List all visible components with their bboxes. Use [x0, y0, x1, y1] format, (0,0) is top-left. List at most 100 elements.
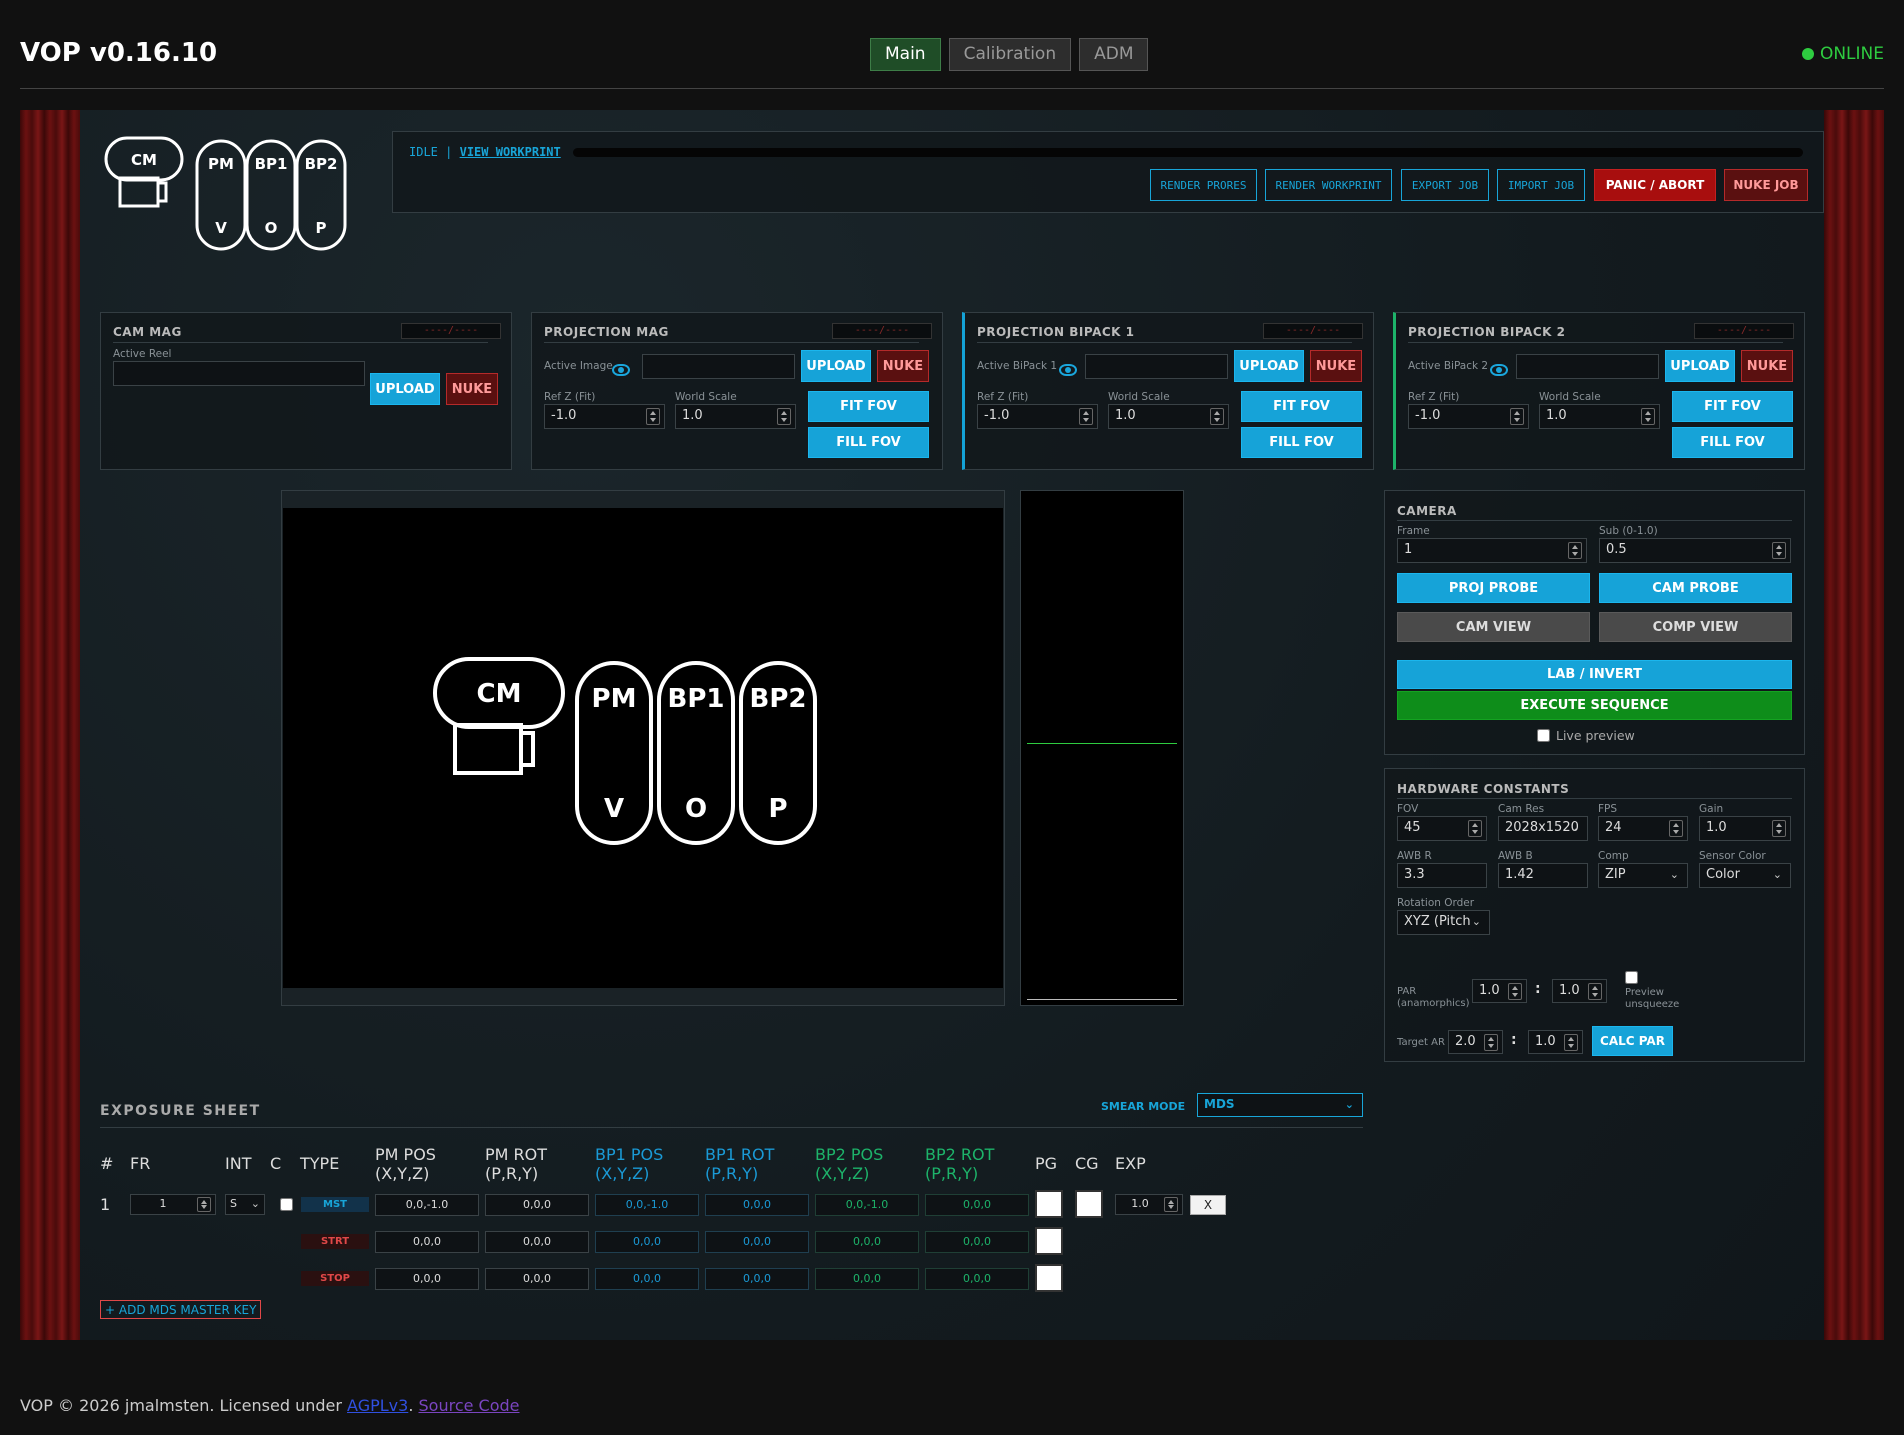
- preview-canvas[interactable]: CM PM BP1 BP2 V O P: [283, 508, 1003, 988]
- stepper-icon[interactable]: [1641, 408, 1655, 425]
- comp-select[interactable]: ZIP ⌄: [1598, 863, 1688, 888]
- stepper-icon[interactable]: [1210, 408, 1224, 425]
- tab-adm[interactable]: ADM: [1079, 38, 1149, 71]
- render-workprint-button[interactable]: RENDER WORKPRINT: [1265, 169, 1392, 201]
- strt-pm-rot[interactable]: 0,0,0: [485, 1231, 589, 1253]
- active-reel-input[interactable]: [113, 361, 365, 386]
- stop-bp1-rot[interactable]: 0,0,0: [705, 1268, 809, 1290]
- awb-r-input[interactable]: 3.3: [1397, 863, 1487, 888]
- cg-color-swatch[interactable]: [1075, 1190, 1103, 1218]
- strt-bp1-pos[interactable]: 0,0,0: [595, 1231, 699, 1253]
- tab-main[interactable]: Main: [870, 38, 941, 71]
- gain-input[interactable]: 1.0: [1699, 816, 1791, 841]
- preview-eye-icon[interactable]: [1490, 363, 1508, 376]
- ref-z-input[interactable]: -1.0: [1408, 404, 1529, 429]
- smear-mode-select[interactable]: MDS ⌄: [1197, 1093, 1363, 1117]
- cam-upload-button[interactable]: UPLOAD: [370, 373, 440, 405]
- proj-upload-button[interactable]: UPLOAD: [801, 350, 871, 382]
- ref-z-input[interactable]: -1.0: [977, 404, 1098, 429]
- stepper-icon[interactable]: [1510, 408, 1524, 425]
- strt-bp1-rot[interactable]: 0,0,0: [705, 1231, 809, 1253]
- stepper-icon[interactable]: [1164, 1197, 1178, 1212]
- stepper-icon[interactable]: [1079, 408, 1093, 425]
- bp1-upload-button[interactable]: UPLOAD: [1234, 350, 1304, 382]
- stepper-icon[interactable]: [1772, 542, 1786, 559]
- strt-pm-pos[interactable]: 0,0,0: [375, 1231, 479, 1253]
- strt-bp2-rot[interactable]: 0,0,0: [925, 1231, 1029, 1253]
- preview-eye-icon[interactable]: [1059, 363, 1077, 376]
- proj-fit-fov-button[interactable]: FIT FOV: [808, 391, 929, 422]
- proj-nuke-button[interactable]: NUKE: [877, 350, 929, 382]
- bp2-fill-fov-button[interactable]: FILL FOV: [1672, 427, 1793, 458]
- sub-input[interactable]: 0.5: [1599, 538, 1791, 563]
- add-mds-master-key-button[interactable]: + ADD MDS MASTER KEY: [100, 1300, 262, 1319]
- stepper-icon[interactable]: [646, 408, 660, 425]
- live-preview-checkbox[interactable]: [1537, 729, 1550, 742]
- target-ar-b-input[interactable]: 1.0: [1528, 1030, 1583, 1054]
- pg-color-swatch[interactable]: [1035, 1227, 1063, 1255]
- row-int-select[interactable]: S ⌄: [225, 1194, 265, 1215]
- stepper-icon[interactable]: [1564, 1034, 1578, 1051]
- bp2-fit-fov-button[interactable]: FIT FOV: [1672, 391, 1793, 422]
- license-link[interactable]: AGPLv3: [347, 1396, 408, 1415]
- stop-bp1-pos[interactable]: 0,0,0: [595, 1268, 699, 1290]
- stop-pm-rot[interactable]: 0,0,0: [485, 1268, 589, 1290]
- stepper-icon[interactable]: [1568, 542, 1582, 559]
- stepper-icon[interactable]: [1508, 983, 1522, 1000]
- mst-pm-pos[interactable]: 0,0,-1.0: [375, 1194, 479, 1216]
- bp2-upload-button[interactable]: UPLOAD: [1665, 350, 1735, 382]
- bp1-nuke-button[interactable]: NUKE: [1310, 350, 1362, 382]
- mst-bp2-rot[interactable]: 0,0,0: [925, 1194, 1029, 1216]
- cam-res-select[interactable]: 2028x1520 ⌄: [1498, 816, 1588, 841]
- awb-b-input[interactable]: 1.42: [1498, 863, 1588, 888]
- bp1-fill-fov-button[interactable]: FILL FOV: [1241, 427, 1362, 458]
- calc-par-button[interactable]: CALC PAR: [1592, 1026, 1673, 1056]
- nuke-job-button[interactable]: NUKE JOB: [1724, 169, 1808, 201]
- world-scale-input[interactable]: 1.0: [675, 404, 796, 429]
- bp1-fit-fov-button[interactable]: FIT FOV: [1241, 391, 1362, 422]
- remove-row-button[interactable]: X: [1190, 1195, 1226, 1215]
- row-fr-input[interactable]: 1: [130, 1194, 216, 1215]
- stepper-icon[interactable]: [1588, 983, 1602, 1000]
- execute-sequence-button[interactable]: EXECUTE SEQUENCE: [1397, 691, 1792, 720]
- proj-fill-fov-button[interactable]: FILL FOV: [808, 427, 929, 458]
- view-workprint-link[interactable]: VIEW WORKPRINT: [460, 145, 561, 159]
- pg-color-swatch[interactable]: [1035, 1190, 1063, 1218]
- stepper-icon[interactable]: [777, 408, 791, 425]
- row-exp-input[interactable]: 1.0: [1115, 1194, 1183, 1215]
- comp-view-button[interactable]: COMP VIEW: [1599, 612, 1792, 642]
- strt-bp2-pos[interactable]: 0,0,0: [815, 1231, 919, 1253]
- render-prores-button[interactable]: RENDER PRORES: [1150, 169, 1257, 201]
- rotation-order-select[interactable]: XYZ (Pitch ⌄: [1397, 910, 1490, 935]
- target-ar-a-input[interactable]: 2.0: [1448, 1030, 1503, 1054]
- active-image-input[interactable]: [642, 354, 795, 379]
- world-scale-input[interactable]: 1.0: [1539, 404, 1660, 429]
- stepper-icon[interactable]: [1468, 820, 1482, 837]
- mst-bp2-pos[interactable]: 0,0,-1.0: [815, 1194, 919, 1216]
- import-job-button[interactable]: IMPORT JOB: [1497, 169, 1585, 201]
- preview-viewport[interactable]: CM PM BP1 BP2 V O P: [281, 490, 1005, 1006]
- stop-bp2-pos[interactable]: 0,0,0: [815, 1268, 919, 1290]
- row-c-checkbox[interactable]: [280, 1198, 293, 1211]
- sensor-color-select[interactable]: Color ⌄: [1699, 863, 1791, 888]
- mst-bp1-rot[interactable]: 0,0,0: [705, 1194, 809, 1216]
- export-job-button[interactable]: EXPORT JOB: [1401, 169, 1489, 201]
- bp2-nuke-button[interactable]: NUKE: [1741, 350, 1793, 382]
- cam-nuke-button[interactable]: NUKE: [446, 373, 498, 405]
- preview-unsqueeze-checkbox[interactable]: [1625, 971, 1638, 984]
- preview-eye-icon[interactable]: [612, 363, 630, 376]
- cam-probe-button[interactable]: CAM PROBE: [1599, 573, 1792, 603]
- pg-color-swatch[interactable]: [1035, 1264, 1063, 1292]
- par-b-input[interactable]: 1.0: [1552, 979, 1607, 1003]
- cam-view-button[interactable]: CAM VIEW: [1397, 612, 1590, 642]
- fov-input[interactable]: 45: [1397, 816, 1487, 841]
- lab-invert-button[interactable]: LAB / INVERT: [1397, 660, 1792, 689]
- panic-abort-button[interactable]: PANIC / ABORT: [1594, 169, 1716, 201]
- ref-z-input[interactable]: -1.0: [544, 404, 665, 429]
- active-bipack2-input[interactable]: [1516, 354, 1659, 379]
- stepper-icon[interactable]: [1484, 1034, 1498, 1051]
- stepper-icon[interactable]: [1772, 820, 1786, 837]
- mst-bp1-pos[interactable]: 0,0,-1.0: [595, 1194, 699, 1216]
- tab-calibration[interactable]: Calibration: [948, 38, 1072, 71]
- source-code-link[interactable]: Source Code: [419, 1396, 520, 1415]
